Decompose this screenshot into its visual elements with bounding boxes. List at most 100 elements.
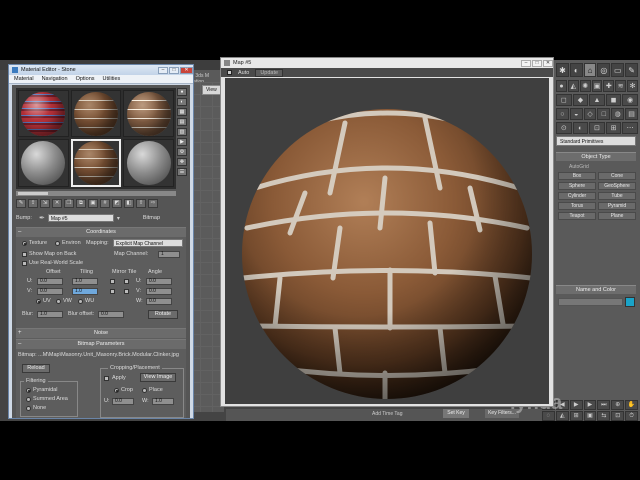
- modify-tab-icon[interactable]: ◐: [569, 63, 583, 77]
- display-tab-icon[interactable]: ▭: [611, 63, 625, 77]
- u-offset-spinner[interactable]: 0.0: [37, 278, 63, 285]
- none-radio[interactable]: [26, 406, 31, 411]
- reset-map-icon[interactable]: ✕: [52, 199, 62, 208]
- object-color-swatch[interactable]: [625, 297, 635, 307]
- background-icon[interactable]: ▦: [177, 108, 187, 116]
- pyramidal-radio[interactable]: [26, 388, 31, 393]
- summed-area-radio[interactable]: [26, 397, 31, 402]
- box-button[interactable]: Box: [558, 172, 596, 180]
- geometry-icon[interactable]: ●: [556, 80, 567, 92]
- show-map-on-back-checkbox[interactable]: [22, 252, 27, 257]
- tool-icon[interactable]: ▤: [625, 108, 638, 120]
- crop-w-spinner[interactable]: 1.0: [152, 398, 174, 405]
- wu-radio[interactable]: [78, 299, 83, 304]
- maximize-button[interactable]: □: [169, 66, 179, 74]
- walk-icon[interactable]: ⇆: [597, 411, 611, 421]
- zoom-all-icon[interactable]: ⊞: [569, 411, 583, 421]
- options-icon[interactable]: ⚙: [177, 148, 187, 156]
- make-copy-icon[interactable]: ❐: [64, 199, 74, 208]
- mapping-dropdown[interactable]: Explicit Map Channel: [113, 239, 183, 247]
- helpers-icon[interactable]: ✚: [603, 80, 615, 92]
- go-forward-to-sibling-icon[interactable]: ⇨: [148, 199, 158, 208]
- map-window-titlebar[interactable]: Map #5 – □ ✕: [221, 58, 553, 68]
- put-to-library-icon[interactable]: ▣: [88, 199, 98, 208]
- play-icon[interactable]: ▶: [569, 400, 583, 410]
- assign-material-icon[interactable]: ⇲: [40, 199, 50, 208]
- name-color-rollout-header[interactable]: Name and Color: [556, 285, 636, 294]
- environ-radio[interactable]: [55, 241, 60, 246]
- sample-slot[interactable]: [123, 90, 174, 137]
- auto-checkbox[interactable]: [227, 70, 232, 75]
- backlight-icon[interactable]: ◐: [177, 98, 187, 106]
- crop-radio[interactable]: [114, 388, 119, 393]
- add-time-tag[interactable]: Add Time Tag: [372, 411, 402, 417]
- plane-button[interactable]: Plane: [598, 212, 636, 220]
- object-name-input[interactable]: [558, 298, 623, 306]
- make-preview-icon[interactable]: ▶: [177, 138, 187, 146]
- u-mirror-checkbox[interactable]: [110, 279, 115, 284]
- torus-button[interactable]: Torus: [558, 202, 596, 210]
- tube-button[interactable]: Tube: [598, 192, 636, 200]
- teapot-button[interactable]: Teapot: [558, 212, 596, 220]
- chevron-down-icon[interactable]: ▾: [117, 215, 120, 222]
- close-button[interactable]: ✕: [180, 66, 193, 74]
- w-angle-spinner[interactable]: 0.0: [146, 298, 172, 305]
- bitmap-path-button[interactable]: Bitmap: ...M\Map\Masonry.Unit_Masonry.Br…: [18, 352, 184, 358]
- material-id-icon[interactable]: #: [100, 199, 110, 208]
- geosphere-button[interactable]: GeoSphere: [598, 182, 636, 190]
- coordinates-rollout-header[interactable]: – Coordinates: [16, 228, 186, 237]
- set-key-button[interactable]: Set Key: [443, 409, 469, 418]
- minimize-button[interactable]: –: [158, 66, 168, 74]
- u-tiling-spinner[interactable]: 1.0: [72, 278, 98, 285]
- close-button[interactable]: ✕: [543, 59, 553, 67]
- show-end-result-icon[interactable]: ◧: [124, 199, 134, 208]
- menu-material[interactable]: Material: [14, 76, 34, 82]
- spacewarps-icon[interactable]: ≋: [615, 80, 627, 92]
- region-icon[interactable]: ⊡: [611, 411, 625, 421]
- v-tile-checkbox[interactable]: [124, 289, 129, 294]
- menu-navigation[interactable]: Navigation: [42, 76, 68, 82]
- bitmap-parameters-header[interactable]: – Bitmap Parameters: [16, 340, 186, 349]
- tool-icon[interactable]: □: [597, 108, 611, 120]
- cameras-icon[interactable]: ▣: [591, 80, 603, 92]
- tool-icon[interactable]: ◼: [605, 94, 622, 106]
- blur-spinner[interactable]: 1.0: [37, 311, 63, 318]
- maximize-button[interactable]: □: [532, 59, 542, 67]
- sample-slot[interactable]: [18, 139, 69, 187]
- tool-icon[interactable]: ⋯: [622, 122, 638, 134]
- make-unique-icon[interactable]: ⧉: [76, 199, 86, 208]
- motion-tab-icon[interactable]: ◎: [597, 63, 611, 77]
- map-name-field[interactable]: Map #5: [47, 214, 114, 222]
- maximize-icon[interactable]: ▣: [583, 411, 597, 421]
- sample-slot[interactable]: [18, 90, 69, 137]
- show-map-in-viewport-icon[interactable]: ◩: [112, 199, 122, 208]
- create-tab-icon[interactable]: ✱: [556, 63, 569, 77]
- tool-icon[interactable]: ○: [556, 108, 569, 120]
- slot-scrollbar[interactable]: [16, 191, 176, 196]
- hierarchy-tab-icon[interactable]: ⌂: [583, 63, 597, 77]
- texture-radio[interactable]: [22, 241, 27, 246]
- apply-checkbox[interactable]: [104, 376, 109, 381]
- eyedropper-icon[interactable]: ✒: [39, 214, 45, 222]
- uv-radio[interactable]: [36, 299, 41, 304]
- u-angle-spinner[interactable]: 0.0: [146, 278, 172, 285]
- uv-tiling-icon[interactable]: ▤: [177, 118, 187, 126]
- utilities-tab-icon[interactable]: ✎: [625, 63, 638, 77]
- tool-icon[interactable]: ◉: [622, 94, 638, 106]
- sample-slot-active[interactable]: [70, 139, 122, 187]
- blur-offset-spinner[interactable]: 0.0: [98, 311, 124, 318]
- place-radio[interactable]: [142, 388, 147, 393]
- update-button[interactable]: Update: [255, 68, 284, 77]
- tool-icon[interactable]: ◐: [572, 122, 589, 134]
- object-type-rollout-header[interactable]: Object Type: [556, 152, 636, 161]
- u-tile-checkbox[interactable]: [124, 279, 129, 284]
- map-type-button[interactable]: Bitmap: [143, 215, 160, 221]
- view-image-button[interactable]: View Image: [140, 373, 176, 382]
- sample-slot[interactable]: [123, 139, 174, 187]
- systems-icon[interactable]: ✻: [627, 80, 639, 92]
- video-color-icon[interactable]: ▥: [177, 128, 187, 136]
- minimize-button[interactable]: –: [521, 59, 531, 67]
- tool-icon[interactable]: ◻: [556, 94, 572, 106]
- cylinder-button[interactable]: Cylinder: [558, 192, 596, 200]
- sphere-button[interactable]: Sphere: [558, 182, 596, 190]
